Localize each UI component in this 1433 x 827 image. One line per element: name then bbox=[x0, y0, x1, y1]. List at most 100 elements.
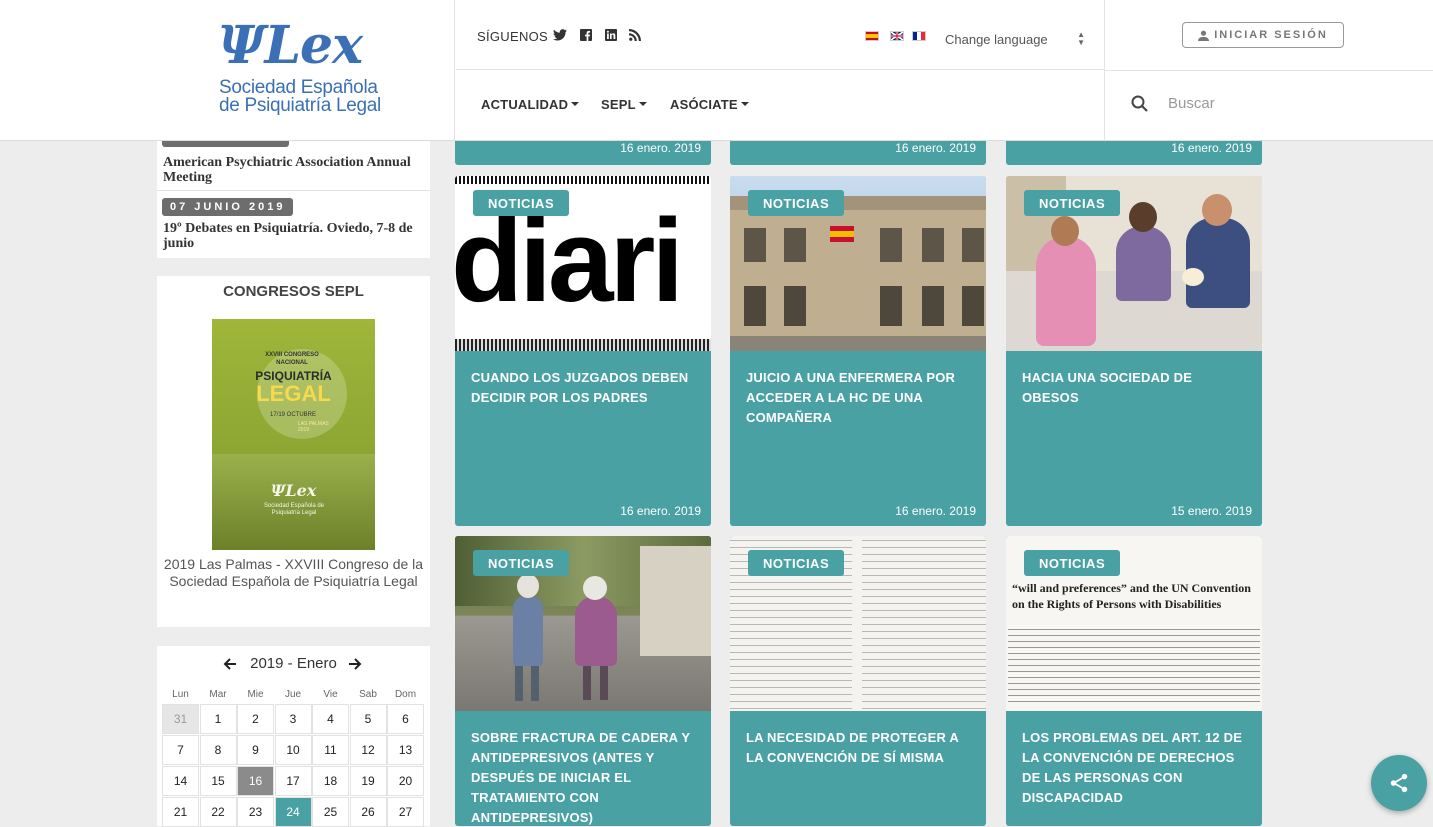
weekday-label: Mar bbox=[209, 689, 227, 700]
calendar-month-label: 2019 - Enero bbox=[250, 655, 337, 672]
news-card[interactable]: NOTICIAS JUICIO A UNA ENFERMERA POR ACCE… bbox=[730, 176, 986, 526]
calendar-day[interactable]: 10 bbox=[274, 735, 312, 765]
share-icon bbox=[1390, 773, 1408, 793]
rss-icon[interactable] bbox=[627, 27, 643, 43]
card-title[interactable]: HACIA UNA SOCIEDAD DE OBESOS bbox=[1022, 368, 1248, 408]
card-date: 16 enero. 2019 bbox=[620, 504, 701, 518]
calendar-day[interactable]: 18 bbox=[312, 766, 349, 796]
poster-footer: Sociedad Española de Psiquiatría Legal bbox=[263, 503, 325, 516]
next-month-arrow-icon[interactable] bbox=[347, 656, 363, 672]
logo-line-2: de Psiquiatría Legal bbox=[219, 95, 381, 116]
user-icon bbox=[1198, 30, 1210, 41]
category-badge[interactable]: NOTICIAS bbox=[1024, 550, 1121, 576]
news-card[interactable]: NOTICIAS SOBRE FRACTURA DE CADERA Y ANTI… bbox=[455, 536, 711, 826]
share-button[interactable] bbox=[1371, 755, 1427, 811]
category-badge[interactable]: NOTICIAS bbox=[473, 550, 570, 576]
logo-mark: ΨLex bbox=[218, 15, 363, 76]
calendar-day[interactable]: 31 bbox=[162, 704, 199, 734]
event-date-badge: 07 JUNIO 2019 bbox=[162, 198, 294, 216]
calendar-day[interactable]: 8 bbox=[199, 735, 237, 765]
calendar-day[interactable]: 24 bbox=[274, 797, 312, 827]
event-title[interactable]: American Psychiatric Association Annual … bbox=[163, 155, 423, 185]
calendar-day[interactable]: 23 bbox=[237, 797, 274, 827]
calendar-day[interactable]: 1 bbox=[199, 704, 237, 734]
calendar-day[interactable]: 22 bbox=[199, 797, 237, 827]
nav-actualidad-label: ACTUALIDAD bbox=[481, 97, 569, 112]
caret-down-icon bbox=[638, 102, 647, 106]
news-card[interactable]: NOTICIAS LA NECESIDAD DE PROTEGER A LA C… bbox=[730, 536, 986, 826]
calendar-day[interactable]: 16 bbox=[237, 766, 274, 796]
news-card[interactable]: NOTICIAS HACIA UNA SOCIEDAD DE OBESOS 15… bbox=[1006, 176, 1262, 526]
weekday-label: Lun bbox=[172, 689, 189, 700]
weekday-label: Dom bbox=[394, 689, 417, 700]
calendar-day[interactable]: 19 bbox=[349, 766, 387, 796]
calendar-day[interactable]: 6 bbox=[387, 704, 424, 734]
calendar-day[interactable]: 17 bbox=[274, 766, 312, 796]
card-date: 15 enero. 2019 bbox=[1171, 504, 1252, 518]
card-title[interactable]: SOBRE FRACTURA DE CADERA Y ANTIDEPRESIVO… bbox=[471, 728, 697, 826]
poster-top-text: XXVIII CONGRESO NACIONAL bbox=[265, 352, 319, 366]
news-card[interactable]: “will and preferences” and the UN Conven… bbox=[1006, 536, 1262, 826]
card-title[interactable]: LA NECESIDAD DE PROTEGER A LA CONVENCIÓN… bbox=[746, 728, 972, 768]
category-badge[interactable]: NOTICIAS bbox=[748, 190, 845, 216]
category-badge[interactable]: NOTICIAS bbox=[1024, 190, 1121, 216]
card-date: 16 enero. 2019 bbox=[895, 504, 976, 518]
category-badge[interactable]: NOTICIAS bbox=[748, 550, 845, 576]
calendar-day[interactable]: 2 bbox=[237, 704, 274, 734]
divider bbox=[157, 190, 430, 191]
site-header: ΨLex Sociedad Española de Psiquiatría Le… bbox=[0, 0, 1433, 141]
search-icon[interactable] bbox=[1130, 94, 1150, 114]
caret-down-icon bbox=[740, 102, 749, 106]
calendar-day[interactable]: 3 bbox=[274, 704, 312, 734]
congresos-title: CONGRESOS SEPL bbox=[223, 283, 364, 300]
calendar-day[interactable]: 5 bbox=[349, 704, 387, 734]
calendar-day[interactable]: 4 bbox=[312, 704, 349, 734]
flag-uk-icon[interactable] bbox=[890, 31, 904, 41]
calendar-day[interactable]: 15 bbox=[199, 766, 237, 796]
news-card[interactable]: diari NOTICIAS CUANDO LOS JUZGADOS DEBEN… bbox=[455, 176, 711, 526]
poster-logo-mark: ΨLex bbox=[270, 481, 317, 500]
calendar-day[interactable]: 25 bbox=[312, 797, 349, 827]
calendar-day[interactable]: 7 bbox=[162, 735, 199, 765]
calendar-day[interactable]: 20 bbox=[387, 766, 424, 796]
calendar-day[interactable]: 9 bbox=[237, 735, 274, 765]
category-badge[interactable]: NOTICIAS bbox=[473, 190, 570, 216]
calendar-day[interactable]: 21 bbox=[162, 797, 199, 827]
search-input[interactable] bbox=[1160, 88, 1410, 118]
nav-actualidad[interactable]: ACTUALIDAD bbox=[481, 97, 580, 112]
poster-headline-2: LEGAL bbox=[256, 381, 331, 406]
congress-poster[interactable]: XXVIII CONGRESO NACIONAL PSIQUIATRÍA LEG… bbox=[212, 319, 375, 550]
congress-caption[interactable]: 2019 Las Palmas - XXVIII Congreso de la … bbox=[157, 556, 430, 590]
calendar-day[interactable]: 11 bbox=[312, 735, 349, 765]
facebook-icon[interactable] bbox=[578, 27, 594, 43]
card-title[interactable]: LOS PROBLEMAS DEL ART. 12 DE LA CONVENCI… bbox=[1022, 728, 1248, 808]
poster-dates: 17/19 OCTUBRE bbox=[269, 412, 317, 418]
language-select-value: Change language bbox=[945, 31, 1048, 47]
nav-asociate-label: ASÓCIATE bbox=[670, 97, 738, 112]
login-button[interactable]: INICIAR SESIÓN bbox=[1182, 22, 1344, 48]
language-select[interactable]: Change language ▲ ▼ bbox=[941, 25, 1089, 53]
flag-es-icon[interactable] bbox=[865, 31, 879, 41]
nav-sepl[interactable]: SEPL bbox=[601, 97, 647, 112]
calendar-day[interactable]: 13 bbox=[387, 735, 424, 765]
calendar-day[interactable]: 14 bbox=[162, 766, 199, 796]
nav-asociate[interactable]: ASÓCIATE bbox=[670, 97, 749, 112]
card-image-text: “will and preferences” and the UN Conven… bbox=[1012, 581, 1251, 611]
select-arrows-icon: ▲ ▼ bbox=[1077, 30, 1085, 47]
weekday-label: Sab bbox=[359, 689, 377, 700]
linkedin-icon[interactable] bbox=[603, 27, 619, 43]
weekday-label: Mie bbox=[247, 689, 264, 700]
caret-down-icon bbox=[571, 102, 580, 106]
nav-sepl-label: SEPL bbox=[601, 97, 636, 112]
top-bar: SÍGUENOS Change language ▲ ▼ bbox=[456, 0, 1104, 70]
twitter-icon[interactable] bbox=[552, 27, 568, 43]
card-title[interactable]: CUANDO LOS JUZGADOS DEBEN DECIDIR POR LO… bbox=[471, 368, 697, 408]
logo[interactable]: ΨLex Sociedad Española de Psiquiatría Le… bbox=[0, 0, 455, 141]
flag-fr-icon[interactable] bbox=[912, 31, 926, 41]
card-title[interactable]: JUICIO A UNA ENFERMERA POR ACCEDER A LA … bbox=[746, 368, 972, 428]
calendar-day[interactable]: 26 bbox=[349, 797, 387, 827]
calendar-day[interactable]: 27 bbox=[387, 797, 424, 827]
event-title[interactable]: 19º Debates en Psiquiatría. Oviedo, 7-8 … bbox=[163, 221, 423, 251]
card-date: 16 enero. 2019 bbox=[895, 141, 976, 155]
calendar-day[interactable]: 12 bbox=[349, 735, 387, 765]
